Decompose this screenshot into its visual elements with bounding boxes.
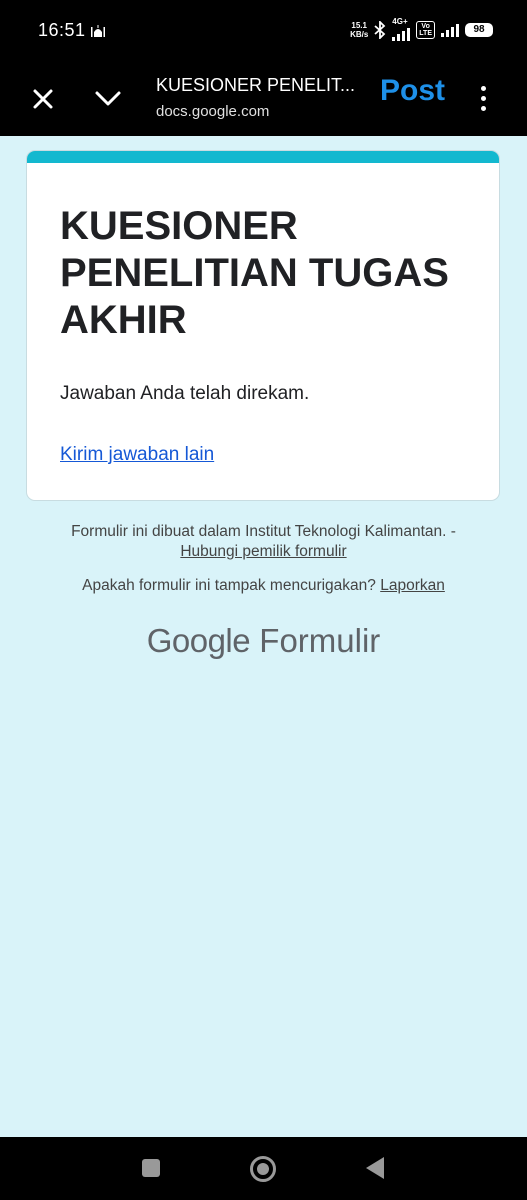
home-button[interactable] (250, 1156, 276, 1182)
brand-google: Google (146, 622, 251, 659)
page-url: docs.google.com (156, 103, 270, 120)
submit-another-link[interactable]: Kirim jawaban lain (60, 444, 214, 466)
signal-strength-1: 4G+ (392, 17, 411, 41)
form-confirmation-card: KUESIONER PENELITIAN TUGAS AKHIR Jawaban… (26, 150, 500, 501)
contact-owner-link[interactable]: Hubungi pemilik formulir (180, 543, 346, 560)
confirmation-message: Jawaban Anda telah direkam. (60, 383, 310, 404)
bluetooth-icon (374, 20, 386, 39)
battery-indicator: 98 (465, 22, 493, 37)
network-speed: 15.1 KB/s (350, 20, 369, 39)
signal-strength-2 (441, 22, 459, 37)
close-icon[interactable] (28, 84, 58, 114)
brand-forms: Formulir (259, 622, 381, 659)
page-title: KUESIONER PENELIT... (156, 75, 356, 95)
card-accent-bar (27, 151, 499, 163)
status-icons: 15.1 KB/s 4G+ Vo LTE 98 (350, 18, 493, 41)
network-type: 4G+ (392, 17, 408, 26)
more-options-icon[interactable] (474, 84, 494, 114)
form-origin-text: Formulir ini dibuat dalam Institut Tekno… (71, 523, 456, 540)
form-title: KUESIONER PENELITIAN TUGAS AKHIR (60, 204, 449, 342)
chevron-down-icon[interactable] (92, 82, 124, 114)
report-row: Apakah formulir ini tampak mencurigakan?… (0, 577, 527, 595)
back-button[interactable] (366, 1157, 384, 1179)
system-navigation-bar (0, 1137, 527, 1200)
volte-badge: Vo LTE (416, 20, 435, 39)
report-question: Apakah formulir ini tampak mencurigakan? (82, 577, 376, 594)
browser-toolbar: KUESIONER PENELIT... docs.google.com Pos… (0, 62, 527, 136)
status-bar: 16:51 15.1 KB/s 4G+ Vo LTE 98 (0, 0, 527, 62)
recent-apps-button[interactable] (142, 1159, 160, 1177)
mosque-icon (91, 25, 105, 37)
post-button[interactable]: Post (380, 74, 445, 108)
google-forms-logo: Google Formulir (0, 622, 527, 660)
contact-owner-container: Hubungi pemilik formulir (0, 543, 527, 561)
report-link[interactable]: Laporkan (380, 577, 445, 594)
clock: 16:51 (38, 20, 86, 40)
